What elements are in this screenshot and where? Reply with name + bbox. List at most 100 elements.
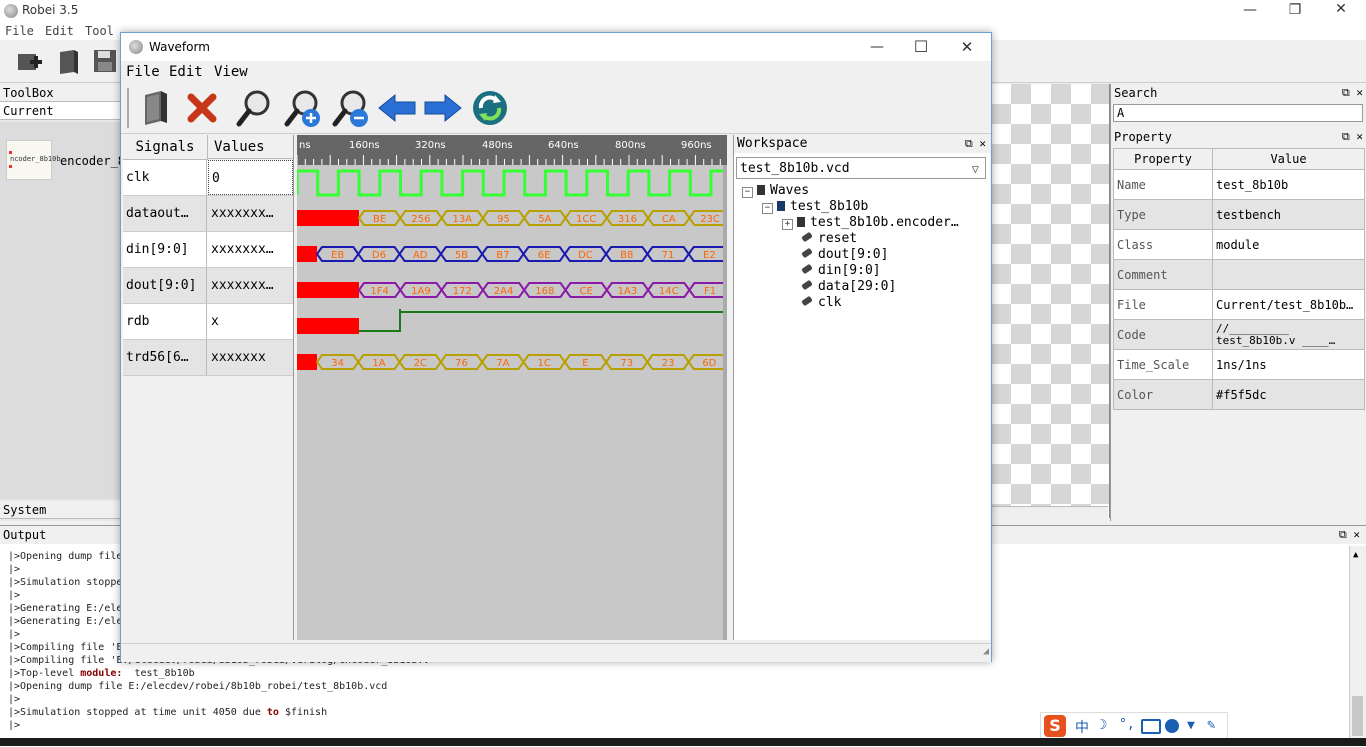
open-button[interactable]	[56, 48, 82, 74]
waveform-display[interactable]: ns 160ns 320ns 480ns 640ns 800ns 960ns B…	[297, 135, 727, 640]
bus-value-label: 7A	[496, 358, 509, 369]
property-value[interactable]: module	[1212, 229, 1365, 260]
zoom-button[interactable]	[235, 88, 273, 131]
property-value[interactable]: test_8b10b	[1212, 169, 1365, 200]
waveform-menu-edit[interactable]: Edit	[169, 64, 203, 80]
signal-row[interactable]: trd56[6… xxxxxxx	[123, 340, 293, 376]
values-column-header[interactable]: Values	[208, 135, 293, 159]
waveform-statusbar: ◢	[121, 643, 991, 662]
zoom-out-icon	[332, 90, 368, 127]
property-value[interactable]: 1ns/1ns	[1212, 349, 1365, 380]
workspace-header: Workspace ⧉ ✕	[734, 135, 990, 153]
zoom-in-button[interactable]	[283, 88, 323, 133]
punctuation-icon[interactable]: °,	[1119, 717, 1135, 732]
tree-signal[interactable]: din[9:0]	[801, 263, 881, 278]
vcd-file-select[interactable]: test_8b10b.vcd ▽	[736, 157, 986, 179]
folder-icon	[757, 185, 765, 195]
property-row[interactable]: Class module	[1113, 229, 1365, 260]
filter-icon[interactable]: ▽	[972, 158, 979, 180]
search-pane-controls[interactable]: ⧉ ✕	[1342, 84, 1363, 102]
property-value[interactable]: testbench	[1212, 199, 1365, 230]
output-line: |>	[8, 694, 21, 705]
property-value[interactable]: Current/test_8b10b…	[1212, 289, 1365, 320]
waveform-maximize-button[interactable]: ☐	[901, 37, 941, 56]
signal-name: dataout…	[123, 196, 207, 231]
skin-shirt-icon[interactable]: ▼	[1187, 718, 1195, 733]
main-menu-file[interactable]: File	[5, 24, 34, 38]
main-menu-tool[interactable]: Tool	[85, 24, 114, 38]
main-minimize-button[interactable]: —	[1230, 2, 1270, 18]
bus-value-label: DC	[578, 250, 593, 261]
property-value[interactable]: //_________ test_8b10b.v ____…	[1212, 319, 1365, 350]
ruler-label: 960ns	[681, 140, 712, 151]
zoom-out-button[interactable]	[331, 88, 371, 133]
property-row[interactable]: File Current/test_8b10b…	[1113, 289, 1365, 320]
signal-row[interactable]: rdb x	[123, 304, 293, 340]
open-vcd-button[interactable]	[141, 89, 171, 130]
waveform-menu-file[interactable]: File	[126, 64, 160, 80]
tree-signal[interactable]: clk	[801, 295, 841, 310]
tree-node-module[interactable]: − test_8b10b	[762, 199, 868, 214]
scroll-thumb[interactable]	[1352, 696, 1363, 736]
wave-splitter[interactable]	[723, 165, 727, 640]
output-line: |>	[8, 629, 21, 640]
tree-signal[interactable]: data[29:0]	[801, 279, 896, 294]
signal-row[interactable]: dataout… xxxxxxx…	[123, 196, 293, 232]
property-row[interactable]: Code//_________ test_8b10b.v ____…	[1113, 319, 1365, 350]
property-value[interactable]	[1212, 259, 1365, 290]
tree-signal[interactable]: dout[9:0]	[801, 247, 888, 262]
output-pane-controls[interactable]: ⧉ ✕	[1339, 526, 1360, 544]
output-scrollbar[interactable]: ▲	[1349, 546, 1366, 746]
tree-node-waves[interactable]: − Waves	[742, 183, 809, 198]
save-button[interactable]	[92, 48, 118, 74]
output-line: |>Opening dump file E:/elecdev/robei/8b1…	[8, 681, 388, 692]
tree-signal[interactable]: reset	[801, 231, 857, 246]
waveform-close-button[interactable]: ✕	[947, 38, 987, 56]
main-maximize-button[interactable]: ❐	[1275, 2, 1315, 18]
property-key: Class	[1113, 229, 1213, 260]
scroll-up-icon[interactable]: ▲	[1353, 550, 1358, 560]
collapse-icon[interactable]: −	[742, 187, 753, 198]
waveform-menu-view[interactable]: View	[214, 64, 248, 80]
bus-value-label: E2	[703, 250, 716, 261]
user-icon[interactable]	[1165, 719, 1179, 733]
design-canvas[interactable]	[990, 84, 1110, 518]
signals-column-header[interactable]: Signals	[123, 135, 208, 160]
signal-row[interactable]: dout[9:0] xxxxxxx…	[123, 268, 293, 304]
property-row[interactable]: Name test_8b10b	[1113, 169, 1365, 200]
canvas-hscroll[interactable]	[990, 506, 1108, 519]
resize-grip-icon[interactable]: ◢	[983, 646, 989, 657]
ime-language[interactable]: 中	[1075, 717, 1089, 737]
expand-icon[interactable]: +	[782, 219, 793, 230]
delete-button[interactable]	[187, 93, 217, 126]
add-module-button[interactable]	[16, 48, 42, 74]
property-pane-controls[interactable]: ⧉ ✕	[1342, 128, 1363, 146]
workspace-pane-controls[interactable]: ⧉ ✕	[965, 135, 986, 153]
waveform-minimize-button[interactable]: —	[857, 39, 897, 55]
property-row[interactable]: Type testbench	[1113, 199, 1365, 230]
wrench-icon[interactable]: ✎	[1207, 717, 1215, 733]
main-menu-edit[interactable]: Edit	[45, 24, 74, 38]
collapse-icon[interactable]: −	[762, 203, 773, 214]
module-thumbnail[interactable]: ncoder_8b10b	[6, 140, 61, 180]
refresh-button[interactable]	[471, 89, 509, 130]
scroll-left-button[interactable]	[377, 93, 417, 126]
sogou-logo-icon[interactable]: S	[1044, 715, 1066, 737]
property-row[interactable]: Time_Scale 1ns/1ns	[1113, 349, 1365, 380]
main-close-button[interactable]: ✕	[1321, 1, 1361, 17]
bus-value-label: 73	[620, 358, 633, 369]
property-row[interactable]: Comment	[1113, 259, 1365, 290]
signal-row[interactable]: din[9:0] xxxxxxx…	[123, 232, 293, 268]
time-ruler[interactable]: ns 160ns 320ns 480ns 640ns 800ns 960ns	[297, 135, 727, 165]
ruler-label: 320ns	[415, 140, 446, 151]
search-input[interactable]	[1113, 104, 1363, 122]
ime-toolbar[interactable]: S 中 ☽ °, ▼ ✎	[1040, 712, 1228, 740]
property-value[interactable]: #f5f5dc	[1212, 379, 1365, 410]
moon-icon[interactable]: ☽	[1099, 717, 1107, 733]
right-pane: Search ⧉ ✕ Property ⧉ ✕ Property Value N…	[1110, 84, 1366, 521]
keyboard-icon[interactable]	[1141, 719, 1161, 734]
tree-node-instance[interactable]: + test_8b10b.encoder…	[782, 215, 959, 230]
property-row[interactable]: Color #f5f5dc	[1113, 379, 1365, 410]
signal-row[interactable]: clk 0	[123, 160, 293, 196]
scroll-right-button[interactable]	[423, 93, 463, 126]
